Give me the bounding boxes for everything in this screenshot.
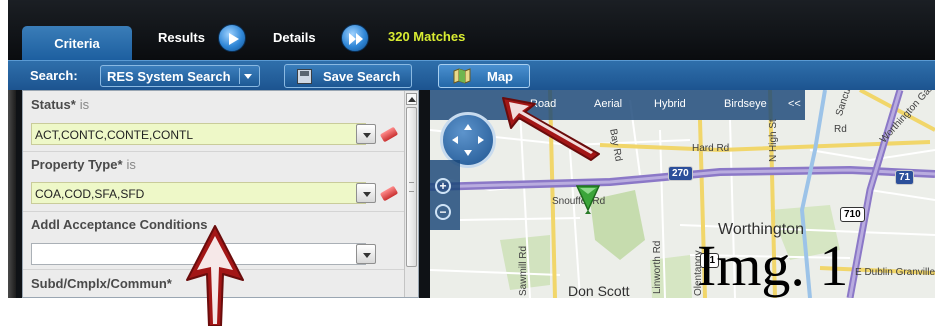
tab-criteria[interactable]: Criteria (22, 26, 132, 60)
status-input[interactable]: ACT,CONTC,CONTE,CONTL (31, 123, 366, 145)
status-label: Status* is (31, 97, 89, 112)
tab-details[interactable]: Details (273, 22, 316, 52)
zoom-controls: + − (430, 160, 460, 230)
criteria-scrollbar[interactable] (404, 91, 418, 297)
screenshot-stage: Criteria Results Details 320 Matches Sea… (0, 0, 935, 326)
search-select-value: RES System Search (107, 69, 231, 84)
red-annotation-arrow-icon (186, 225, 244, 326)
match-count[interactable]: 320 Matches (388, 29, 465, 44)
acceptance-dropdown-button[interactable] (356, 244, 376, 264)
property-type-qualifier: is (126, 157, 136, 172)
red-annotation-arrow-icon (502, 97, 600, 161)
map-label-granville-rd: E Dublin Granville Rd (855, 267, 935, 278)
acceptance-label: Addl Acceptance Conditions (31, 217, 208, 232)
map-type-hybrid[interactable]: Hybrid (654, 98, 686, 110)
map-label-sawmill-rd: Sawmill Rd (518, 245, 529, 296)
route-710-shield: 710 (840, 207, 865, 222)
dropdown-caret-icon (239, 68, 255, 84)
scroll-up-button[interactable] (406, 93, 417, 105)
fast-forward-icon (349, 33, 363, 45)
map-label-rd: Rd (834, 124, 847, 135)
play-arrow-icon (229, 33, 239, 45)
map-icon (453, 68, 471, 84)
tab-results[interactable]: Results (158, 22, 205, 52)
map-label-linworth-rd: Linworth Rd (652, 240, 663, 294)
map-type-collapse[interactable]: << (788, 98, 801, 110)
property-type-input[interactable]: COA,COD,SFA,SFD (31, 182, 366, 204)
results-next-button[interactable] (218, 24, 246, 52)
search-label: Search: (30, 68, 78, 83)
tab-bar: Criteria Results Details 320 Matches (8, 0, 935, 60)
property-type-label: Property Type* is (31, 157, 136, 172)
subdivision-label: Subd/Cmplx/Commun* (31, 276, 172, 291)
map-pin-icon[interactable] (573, 182, 603, 214)
map-type-birdseye[interactable]: Birdseye (724, 98, 767, 110)
interstate-270-shield: 270 (668, 166, 693, 181)
search-select[interactable]: RES System Search (100, 65, 260, 87)
pan-arrows (452, 124, 484, 156)
zoom-out-icon[interactable]: − (435, 204, 451, 220)
property-type-label-text: Property Type* (31, 157, 123, 172)
search-toolbar: Search: RES System Search Save Search Ma… (8, 60, 935, 90)
details-next-button[interactable] (341, 24, 369, 52)
interstate-71-shield: 71 (895, 170, 915, 185)
map-label: Map (487, 69, 513, 84)
image-caption: Img. 1 (697, 233, 849, 298)
floppy-disk-icon (297, 69, 312, 84)
property-type-dropdown-button[interactable] (356, 183, 376, 203)
status-qualifier: is (79, 97, 90, 112)
zoom-in-icon[interactable]: + (435, 178, 451, 194)
save-search-button[interactable]: Save Search (284, 64, 412, 88)
status-dropdown-button[interactable] (356, 124, 376, 144)
map-button[interactable]: Map (438, 64, 530, 88)
status-label-text: Status* (31, 97, 76, 112)
scroll-thumb[interactable] (406, 107, 417, 267)
map-label-don-scott: Don Scott (568, 283, 630, 298)
map-label-n-high-st: N High St (768, 119, 779, 162)
save-search-label: Save Search (323, 69, 401, 84)
map-label-hard-rd: Hard Rd (692, 143, 730, 154)
